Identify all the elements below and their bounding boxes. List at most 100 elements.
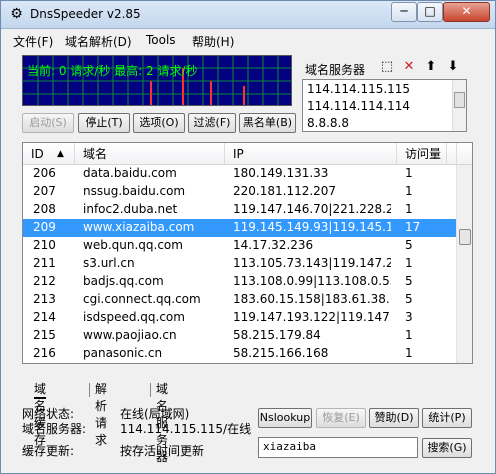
cell-ip: 113.105.73.143|119.147.2... (233, 256, 391, 270)
menu-domain-resolve[interactable]: 域名解析(D) (65, 33, 132, 50)
cell-id: 213 (33, 292, 56, 306)
table-row[interactable]: 207 nssug.baidu.com 220.181.112.207 1 (23, 183, 456, 201)
column-header-id[interactable]: ID ▲ (23, 143, 75, 165)
cache-update-label: 缓存更新: (22, 444, 75, 458)
column-header-domain[interactable]: 域名 (75, 143, 225, 165)
table-row[interactable]: 209 www.xiazaiba.com 119.145.149.93|119.14… (23, 219, 456, 237)
filter-button[interactable]: 过滤(F) (188, 113, 236, 133)
app-window: ⚙ DnsSpeeder v2.85 ─ □ ✕ 文件(F) 域名解析(D) T… (0, 0, 496, 474)
cell-count: 3 (405, 310, 413, 324)
tab-dns-servers[interactable]: 域名服务器 (156, 381, 168, 464)
cell-count: 1 (405, 184, 413, 198)
move-up-icon[interactable]: ⬆ (423, 59, 439, 75)
tab-domain-cache[interactable]: 域名缓存 (34, 381, 47, 447)
table-row[interactable]: 216 panasonic.cn 58.215.166.168 1 (23, 345, 456, 363)
options-button[interactable]: 选项(O) (133, 113, 185, 133)
maximize-button[interactable]: □ (417, 2, 443, 22)
cell-id: 212 (33, 274, 56, 288)
dns-server-panel: 域名服务器 ⬚ ✕ ⬆ ⬇ 114.114.115.115 114.114.11… (299, 54, 471, 134)
sort-ascending-icon: ▲ (57, 149, 64, 159)
cell-id: 207 (33, 184, 56, 198)
move-down-icon[interactable]: ⬇ (445, 59, 461, 75)
menu-tools[interactable]: Tools (146, 33, 176, 47)
restore-button[interactable]: 恢复(E) (316, 408, 366, 428)
cell-count: 5 (405, 238, 413, 252)
cell-ip: 14.17.32.236 (233, 238, 314, 252)
cell-id: 206 (33, 166, 56, 180)
table-row[interactable]: 208 infoc2.duba.net 119.147.146.70|221.228… (23, 201, 456, 219)
search-input[interactable]: xiazaiba (258, 437, 418, 458)
donate-button[interactable]: 赞助(D) (369, 408, 419, 428)
table-row[interactable]: 211 s3.url.cn 113.105.73.143|119.147.2... 1 (23, 255, 456, 273)
cell-domain: infoc2.duba.net (83, 202, 178, 216)
dns-list-scrollbar[interactable] (452, 80, 466, 131)
cell-ip: 180.149.131.33 (233, 166, 329, 180)
cell-domain: isdspeed.qq.com (83, 310, 185, 324)
request-rate-text: 当前: 0 请求/秒 最高: 2 请求/秒 (27, 64, 198, 78)
cell-count: 1 (405, 256, 413, 270)
cell-domain: badjs.qq.com (83, 274, 164, 288)
close-button[interactable]: ✕ (443, 2, 490, 22)
cell-domain: www.xiazaiba.com (83, 220, 195, 234)
blacklist-button[interactable]: 黑名单(B) (239, 113, 296, 133)
menu-help[interactable]: 帮助(H) (192, 33, 234, 50)
nslookup-button[interactable]: Nslookup (258, 408, 312, 428)
cache-update-value: 按存活时间更新 (120, 444, 205, 458)
cell-ip: 119.147.193.122|119.147.... (233, 310, 391, 324)
cell-id: 216 (33, 346, 56, 360)
dns-server-list[interactable]: 114.114.115.115 114.114.114.114 8.8.8.8 (302, 79, 467, 132)
dns-server-status-value: 114.114.115.115/在线 (120, 422, 252, 436)
cell-ip: 113.108.0.99|113.108.0.55 (233, 274, 391, 288)
stop-button[interactable]: 停止(T) (78, 113, 130, 133)
dns-list-scroll-thumb[interactable] (454, 92, 465, 108)
cell-ip: 220.181.112.207 (233, 184, 337, 198)
new-server-icon[interactable]: ⬚ (379, 59, 395, 75)
traffic-monitor: 当前: 0 请求/秒 最高: 2 请求/秒 (22, 55, 292, 106)
cell-domain: web.qun.qq.com (83, 238, 183, 252)
app-logo-icon: ⚙ (10, 6, 23, 22)
dns-server-item[interactable]: 114.114.115.115 (307, 82, 410, 96)
cell-id: 214 (33, 310, 56, 324)
table-row[interactable]: 210 web.qun.qq.com 14.17.32.236 5 (23, 237, 456, 255)
dns-cache-table: ID ▲ 域名 IP 访问量 206 data.baidu.com 180.149.… (22, 142, 473, 364)
column-header-ip[interactable]: IP (225, 143, 397, 165)
cell-ip: 58.215.166.168 (233, 346, 329, 360)
cell-count: 1 (405, 166, 413, 180)
table-row[interactable]: 206 data.baidu.com 180.149.131.33 1 (23, 165, 456, 183)
delete-server-icon[interactable]: ✕ (401, 59, 417, 75)
table-row[interactable]: 213 cgi.connect.qq.com 183.60.15.158|183.6… (23, 291, 456, 309)
cell-domain: panasonic.cn (83, 346, 163, 360)
menu-bar: 文件(F) 域名解析(D) Tools 帮助(H) (1, 30, 495, 51)
cell-count: 1 (405, 328, 413, 342)
table-row[interactable]: 214 isdspeed.qq.com 119.147.193.122|119.14… (23, 309, 456, 327)
cell-domain: nssug.baidu.com (83, 184, 186, 198)
column-header-extra (447, 143, 457, 165)
cell-id: 209 (33, 220, 56, 234)
tab-divider (89, 383, 90, 397)
cell-count: 5 (405, 292, 413, 306)
cell-count: 1 (405, 202, 413, 216)
tab-divider (150, 383, 151, 397)
window-title: DnsSpeeder v2.85 (30, 7, 141, 21)
cell-count: 1 (405, 346, 413, 360)
title-bar[interactable]: ⚙ DnsSpeeder v2.85 ─ □ ✕ (1, 1, 495, 29)
table-scroll-thumb[interactable] (459, 229, 471, 245)
table-scrollbar[interactable] (456, 165, 472, 363)
minimize-button[interactable]: ─ (391, 2, 417, 22)
column-header-count[interactable]: 访问量 (397, 143, 447, 165)
search-button[interactable]: 搜索(G) (422, 438, 472, 458)
cell-domain: data.baidu.com (83, 166, 177, 180)
dns-server-item[interactable]: 8.8.8.8 (307, 116, 349, 130)
cell-count: 17 (405, 220, 421, 234)
menu-file[interactable]: 文件(F) (13, 33, 53, 50)
dns-server-item[interactable]: 114.114.114.114 (307, 99, 410, 113)
cell-id: 208 (33, 202, 56, 216)
table-header: ID ▲ 域名 IP 访问量 (23, 143, 472, 165)
statistics-button[interactable]: 统计(P) (422, 408, 472, 428)
table-row[interactable]: 215 www.paojiao.cn 58.215.179.84 1 (23, 327, 456, 345)
table-row[interactable]: 212 badjs.qq.com 113.108.0.99|113.108.0.55… (23, 273, 456, 291)
start-button[interactable]: 启动(S) (22, 113, 74, 133)
cell-ip: 58.215.179.84 (233, 328, 321, 342)
tab-resolve-requests[interactable]: 解析请求 (95, 381, 107, 447)
cell-ip: 119.145.149.93|119.145.1... (233, 220, 391, 234)
